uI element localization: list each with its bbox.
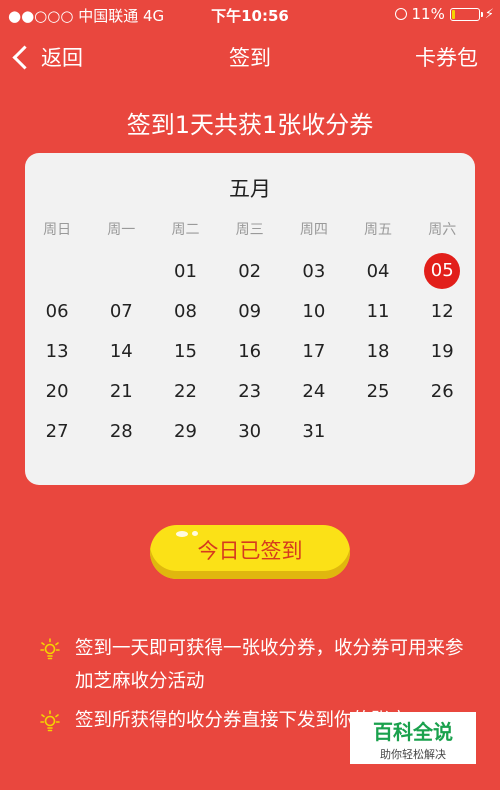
button-shine: [176, 531, 188, 537]
tip-item: 签到一天即可获得一张收分券，收分券可用来参加芝麻收分活动: [0, 632, 500, 698]
lightbulb-icon: [40, 638, 60, 660]
nav-bar: 返回 签到 卡券包: [0, 34, 500, 78]
calendar-day-selected: 05: [424, 253, 461, 289]
week-row: 06 07 08 09 10 11 12: [25, 291, 475, 331]
coupon-wallet-button[interactable]: 卡券包: [415, 42, 478, 72]
calendar-day: 01: [174, 260, 197, 282]
battery-percent: 11%: [411, 5, 445, 23]
lightbulb-icon: [40, 710, 60, 732]
calendar-month: 五月: [229, 177, 271, 201]
checkin-summary: 签到1天共获1张收分券: [126, 111, 374, 139]
calendar-day: 29: [174, 420, 197, 442]
signed-in-today-button[interactable]: 今日已签到: [150, 525, 350, 579]
calendar-day: 08: [174, 300, 197, 322]
status-right: 11% ⚡: [394, 5, 494, 23]
orientation-lock-icon: [394, 8, 407, 20]
calendar-day: 26: [430, 380, 454, 402]
calendar-day-cell: 05: [410, 253, 474, 289]
calendar-day: 30: [238, 420, 262, 442]
calendar-day: 24: [302, 380, 326, 402]
status-bar: ●●○○○ 中国联通 4G 下午10:56 11% ⚡: [0, 0, 500, 28]
watermark-subtitle: 助你轻松解决: [380, 748, 446, 761]
calendar-day: 03: [302, 260, 326, 282]
week-row: 01 02 03 04 05: [25, 251, 475, 291]
week-row: 27 28 29 30 31: [25, 411, 475, 451]
battery-fill: [451, 9, 455, 19]
calendar-day: 11: [366, 300, 390, 322]
calendar-day: 15: [174, 340, 197, 362]
signed-in-label: 今日已签到: [197, 539, 303, 563]
calendar-day: 14: [109, 340, 133, 362]
tip-text: 签到一天即可获得一张收分券，收分券可用来参加芝麻收分活动: [75, 638, 464, 692]
calendar-day: 02: [238, 260, 262, 282]
calendar-day: 07: [109, 300, 133, 322]
calendar: 五月 周日 周一 周二 周三 周四 周五 周六 01 02 03 04 05 0…: [25, 153, 475, 485]
calendar-day: 06: [45, 300, 69, 322]
calendar-day: 27: [45, 420, 69, 442]
week-row: 20 21 22 23 24 25 26: [25, 371, 475, 411]
weekday-label: 周二: [171, 222, 200, 238]
button-shine: [192, 531, 198, 536]
calendar-day: 20: [45, 380, 69, 402]
calendar-day: 16: [238, 340, 262, 362]
calendar-day: 10: [302, 300, 326, 322]
calendar-day: 12: [430, 300, 454, 322]
calendar-day: 13: [45, 340, 69, 362]
weekday-label: 周六: [428, 222, 457, 238]
weekday-label: 周五: [364, 222, 393, 238]
weekday-label: 周一: [107, 222, 136, 238]
calendar-day: 04: [366, 260, 390, 282]
calendar-day: 17: [302, 340, 326, 362]
watermark: 百科全说 助你轻松解决: [350, 712, 476, 764]
weekday-label: 周四: [299, 222, 328, 238]
calendar-day: 23: [238, 380, 262, 402]
calendar-day: 28: [109, 420, 133, 442]
calendar-day: 25: [366, 380, 390, 402]
calendar-day: 19: [430, 340, 454, 362]
calendar-day: 09: [238, 300, 262, 322]
calendar-day: 18: [366, 340, 390, 362]
watermark-title: 百科全说: [373, 720, 453, 744]
weekday-label: 周日: [43, 222, 72, 238]
charging-icon: ⚡: [484, 6, 494, 22]
calendar-day: 21: [109, 380, 133, 402]
calendar-day: 22: [174, 380, 197, 402]
weekday-row: 周日 周一 周二 周三 周四 周五 周六: [25, 219, 475, 245]
calendar-day: 31: [302, 420, 326, 442]
weekday-label: 周三: [235, 222, 264, 238]
week-row: 13 14 15 16 17 18 19: [25, 331, 475, 371]
calendar-grid: 周日 周一 周二 周三 周四 周五 周六 01 02 03 04 05 06 0…: [25, 219, 475, 451]
battery-icon: [449, 7, 483, 21]
